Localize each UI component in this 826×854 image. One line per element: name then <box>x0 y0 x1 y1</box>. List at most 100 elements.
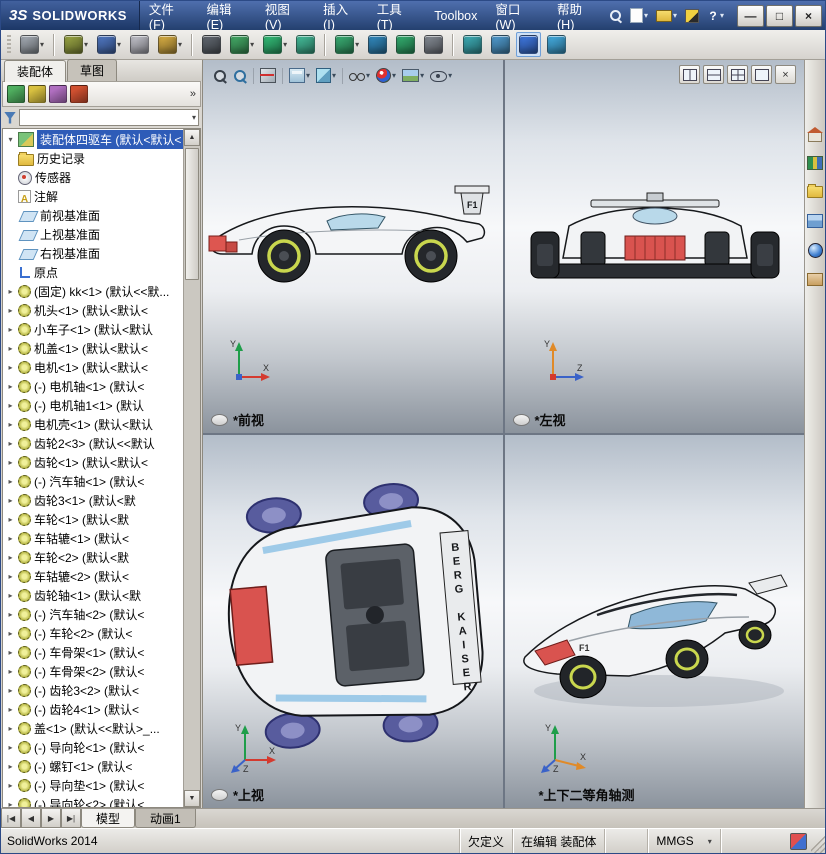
expand-arrow-icon[interactable]: ▸ <box>6 477 15 486</box>
expand-arrow-icon[interactable]: ▸ <box>6 743 15 752</box>
tree-item[interactable]: ▸(-) 齿轮3<2> (默认< <box>3 681 183 700</box>
insert-components-button[interactable]: ▾ <box>17 32 47 57</box>
single-view-button[interactable] <box>751 65 772 84</box>
tree-item[interactable]: ▸盖<1> (默认<<默认>_... <box>3 719 183 738</box>
scrollbar-track[interactable] <box>184 146 200 790</box>
menu-item[interactable]: 视图(V) <box>256 1 314 30</box>
select-tool-button[interactable] <box>516 32 541 57</box>
view-settings-button[interactable]: ▾ <box>428 67 454 84</box>
expand-arrow-icon[interactable]: ▸ <box>6 458 15 467</box>
tree-item[interactable]: ▸车轱辘<2> (默认< <box>3 567 183 586</box>
model-front-view[interactable]: F1 <box>207 178 495 300</box>
tree-item[interactable]: 原点 <box>3 263 183 282</box>
tree-item[interactable]: ▸齿轮3<1> (默认<默 <box>3 491 183 510</box>
tree-item[interactable]: 上视基准面 <box>3 225 183 244</box>
tree-item[interactable]: ▸齿轮<1> (默认<默认< <box>3 453 183 472</box>
tree-item[interactable]: ▸(-) 齿轮4<1> (默认< <box>3 700 183 719</box>
two-view-vertical-button[interactable] <box>703 65 724 84</box>
tree-item[interactable]: ▸(-) 汽车轴<2> (默认< <box>3 605 183 624</box>
two-view-horizontal-button[interactable] <box>679 65 700 84</box>
menu-item[interactable]: 文件(F) <box>140 1 198 30</box>
move-component-button[interactable]: ▾ <box>155 32 185 57</box>
view-orientation-indicator-icon[interactable] <box>211 414 228 426</box>
sheet-tab[interactable]: 模型 <box>81 809 135 828</box>
tree-item[interactable]: ▸车轱辘<1> (默认< <box>3 529 183 548</box>
sheet-nav-button[interactable]: ▶ <box>41 809 61 828</box>
file-explorer-button[interactable] <box>806 182 824 202</box>
explode-line-sketch-button[interactable] <box>393 32 418 57</box>
collapse-arrow-icon[interactable]: ▾ <box>6 135 15 144</box>
menu-item[interactable]: 插入(I) <box>314 1 368 30</box>
bill-of-materials-button[interactable]: ▾ <box>332 32 362 57</box>
expand-arrow-icon[interactable]: ▸ <box>6 705 15 714</box>
model-isometric-view[interactable]: F1 <box>509 523 801 728</box>
menu-item[interactable]: 工具(T) <box>368 1 426 30</box>
tree-item[interactable]: ▸机盖<1> (默认<默认< <box>3 339 183 358</box>
scroll-up-button[interactable]: ▲ <box>184 129 200 146</box>
tree-item[interactable]: ▸(固定) kk<1> (默认<<默... <box>3 282 183 301</box>
tree-item[interactable]: ▸电机<1> (默认<默认< <box>3 358 183 377</box>
expand-arrow-icon[interactable]: ▸ <box>6 287 15 296</box>
expand-arrow-icon[interactable]: ▸ <box>6 724 15 733</box>
menu-item[interactable]: Toolbox <box>425 1 486 30</box>
clearance-verify-button[interactable] <box>460 32 485 57</box>
tree-item[interactable]: 右视基准面 <box>3 244 183 263</box>
expand-arrow-icon[interactable]: ▸ <box>6 306 15 315</box>
tree-item[interactable]: ▸(-) 汽车轴<1> (默认< <box>3 472 183 491</box>
expand-arrow-icon[interactable]: ▸ <box>6 572 15 581</box>
linear-component-pattern-button[interactable]: ▾ <box>94 32 124 57</box>
tree-item[interactable]: ▸(-) 车骨架<2> (默认< <box>3 662 183 681</box>
viewport-isometric[interactable]: F1 Y X <box>505 435 805 808</box>
menu-item[interactable]: 帮助(H) <box>548 1 607 30</box>
view-palette-button[interactable] <box>806 211 824 231</box>
tree-item[interactable]: ▸(-) 电机轴1<1> (默认 <box>3 396 183 415</box>
viewport-top[interactable]: BERG KAISER Y X Z <box>203 435 503 808</box>
tree-item[interactable]: ▸(-) 车轮<2> (默认< <box>3 624 183 643</box>
tree-item[interactable]: ▸(-) 导向垫<1> (默认< <box>3 776 183 795</box>
expand-arrow-icon[interactable]: ▸ <box>6 591 15 600</box>
menu-item[interactable]: 编辑(E) <box>198 1 256 30</box>
tree-item[interactable]: ▸(-) 车骨架<1> (默认< <box>3 643 183 662</box>
viewport-front[interactable]: F1 <box>203 60 503 433</box>
tab-sketch[interactable]: 草图 <box>67 59 117 81</box>
scroll-down-button[interactable]: ▼ <box>184 790 200 807</box>
model-left-view[interactable] <box>529 180 781 298</box>
sheet-nav-button[interactable]: ▶| <box>61 809 81 828</box>
configurationmanager-tab[interactable] <box>49 85 67 103</box>
tree-item[interactable]: ▸(-) 导向轮<1> (默认< <box>3 738 183 757</box>
expand-arrow-icon[interactable]: ▸ <box>6 496 15 505</box>
view-orientation-indicator-icon[interactable] <box>513 414 530 426</box>
filter-input[interactable]: ▾ <box>19 109 199 126</box>
tree-item[interactable]: ▸机头<1> (默认<默认< <box>3 301 183 320</box>
open-document-button[interactable]: ▾ <box>654 5 679 27</box>
expand-arrow-icon[interactable]: ▸ <box>6 344 15 353</box>
filter-funnel-icon[interactable] <box>4 112 16 124</box>
hole-alignment-button[interactable] <box>488 32 513 57</box>
appearances-scenes-button[interactable] <box>806 240 824 260</box>
sheet-nav-button[interactable]: ◀ <box>21 809 41 828</box>
tree-item[interactable]: 注解 <box>3 187 183 206</box>
unit-system-selector[interactable]: MMGS ▾ <box>647 829 719 853</box>
edit-appearance-button[interactable]: ▾ <box>374 66 398 85</box>
apply-scene-button[interactable]: ▾ <box>400 67 426 84</box>
propertymanager-tab[interactable] <box>28 85 46 103</box>
expand-arrow-icon[interactable]: ▸ <box>6 401 15 410</box>
expand-arrow-icon[interactable]: ▸ <box>6 420 15 429</box>
tree-item[interactable]: ▸齿轮轴<1> (默认<默 <box>3 586 183 605</box>
help-button[interactable]: ?▾ <box>705 5 726 27</box>
expand-arrow-icon[interactable]: ▸ <box>6 515 15 524</box>
new-document-button[interactable]: ▾ <box>628 5 650 27</box>
menu-item[interactable]: 窗口(W) <box>486 1 548 30</box>
tree-item[interactable]: ▸车轮<1> (默认<默 <box>3 510 183 529</box>
reference-geometry-button[interactable]: ▾ <box>260 32 290 57</box>
tree-item[interactable]: ▸(-) 电机轴<1> (默认< <box>3 377 183 396</box>
search-button[interactable] <box>607 5 624 27</box>
tree-root-item[interactable]: ▾ 装配体四驱车 (默认<默认< <box>3 130 183 149</box>
view-orientation-indicator-icon[interactable] <box>211 789 228 801</box>
zoom-to-fit-button[interactable] <box>211 67 229 85</box>
custom-properties-button[interactable] <box>806 269 824 289</box>
tree-scrollbar[interactable]: ▲ ▼ <box>183 129 200 807</box>
assembly-features-button[interactable]: ▾ <box>227 32 257 57</box>
window-maximize-button[interactable]: □ <box>766 5 793 27</box>
exploded-view-button[interactable] <box>365 32 390 57</box>
